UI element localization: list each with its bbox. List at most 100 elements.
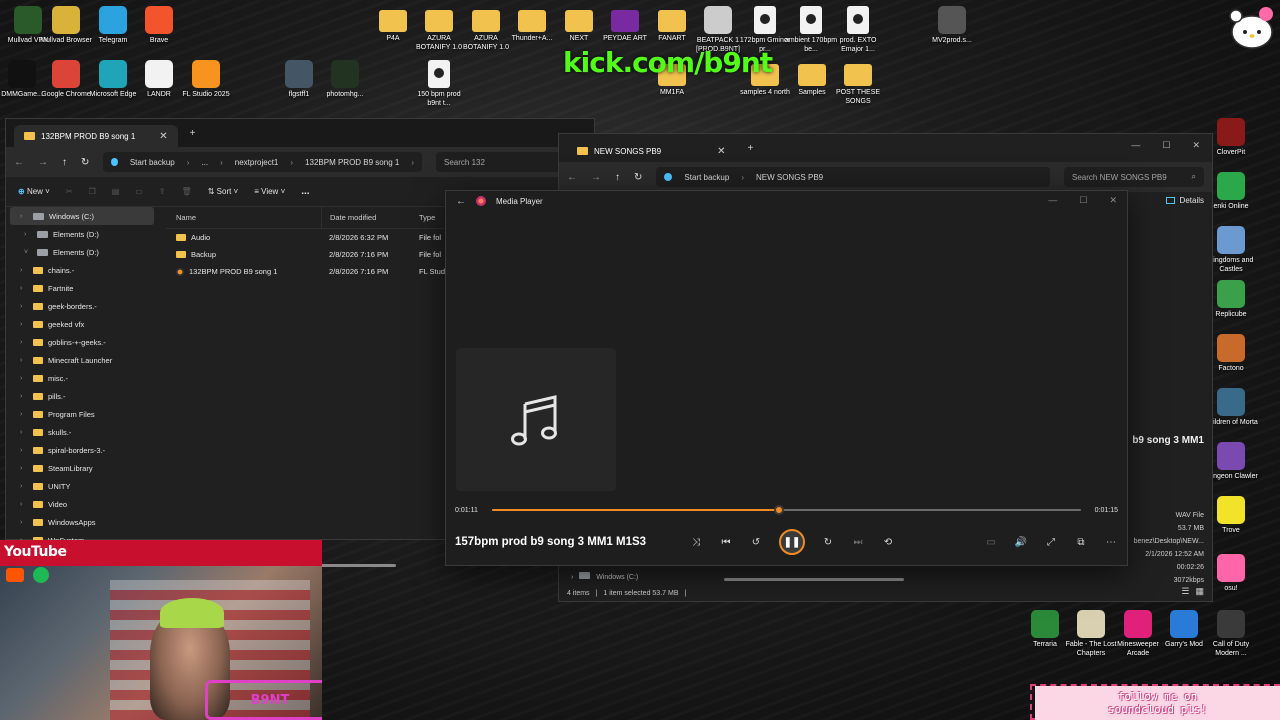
- tree-item[interactable]: › Fartnite: [6, 279, 158, 297]
- pause-button[interactable]: ❚❚: [779, 529, 805, 555]
- forward-arrow-icon[interactable]: →: [38, 157, 48, 168]
- mini-player-icon[interactable]: ⧉: [1074, 535, 1088, 549]
- view-button[interactable]: ≡ View ˅: [254, 187, 285, 196]
- breadcrumb-item[interactable]: nextproject1: [235, 158, 279, 167]
- chevron-right-icon[interactable]: ›: [20, 447, 28, 454]
- copy-icon[interactable]: ❐: [89, 187, 96, 196]
- chevron-right-icon[interactable]: ›: [20, 465, 28, 472]
- tree-item[interactable]: › Minecraft Launcher: [6, 351, 158, 369]
- breadcrumb-item[interactable]: NEW SONGS PB9: [756, 173, 823, 182]
- desktop-icon[interactable]: prod. EXTO Emajor 1...: [830, 6, 886, 54]
- up-arrow-icon[interactable]: ↑: [62, 157, 67, 168]
- new-tab-button[interactable]: +: [190, 128, 196, 139]
- column-header-date[interactable]: Date modified: [321, 206, 411, 229]
- chevron-right-icon[interactable]: ›: [20, 375, 28, 382]
- tiles-view-icon[interactable]: ▦: [1195, 586, 1204, 597]
- maximize-icon[interactable]: ☐: [1162, 140, 1170, 151]
- tree-item[interactable]: › pills.-: [6, 387, 158, 405]
- repeat-off-icon[interactable]: ⟲: [881, 535, 895, 549]
- navigation-tree-item[interactable]: › Windows (C:): [571, 572, 638, 581]
- chevron-right-icon[interactable]: ›: [20, 393, 28, 400]
- chevron-right-icon[interactable]: ›: [20, 267, 28, 274]
- chevron-right-icon[interactable]: ›: [20, 303, 28, 310]
- back-arrow-icon[interactable]: ←: [456, 196, 466, 207]
- refresh-icon[interactable]: ↻: [634, 172, 642, 183]
- tree-item[interactable]: › geek-borders.-: [6, 297, 158, 315]
- seek-bar[interactable]: [491, 505, 1081, 515]
- address-bar[interactable]: Start backup › NEW SONGS PB9: [656, 167, 1050, 187]
- seek-bar-thumb[interactable]: [774, 505, 785, 515]
- desktop-icon[interactable]: Call of Duty Modern ...: [1203, 610, 1259, 658]
- cut-icon[interactable]: ✂: [66, 187, 73, 196]
- refresh-icon[interactable]: ↻: [81, 157, 89, 168]
- horizontal-scrollbar[interactable]: [724, 578, 904, 581]
- breadcrumb-item[interactable]: ...: [201, 158, 208, 167]
- full-screen-icon[interactable]: ⤢: [1044, 535, 1058, 549]
- explorer-tab[interactable]: NEW SONGS PB9 ✕: [567, 140, 736, 162]
- new-tab-button[interactable]: +: [748, 143, 754, 154]
- chevron-down-icon[interactable]: ˅: [24, 249, 32, 256]
- chevron-right-icon[interactable]: ›: [20, 483, 28, 490]
- details-view-icon[interactable]: ☰: [1181, 586, 1189, 597]
- paste-icon[interactable]: ▤: [112, 187, 120, 196]
- chevron-right-icon[interactable]: ›: [20, 411, 28, 418]
- captions-icon[interactable]: ▭: [984, 535, 998, 549]
- skip-back-10-icon[interactable]: ↺: [749, 535, 763, 549]
- chevron-right-icon[interactable]: ›: [20, 519, 28, 526]
- breadcrumb-item[interactable]: 132BPM PROD B9 song 1: [305, 158, 399, 167]
- new-button[interactable]: ⊕ New ˅: [18, 187, 50, 196]
- back-arrow-icon[interactable]: ←: [14, 157, 24, 168]
- chevron-right-icon[interactable]: ›: [20, 285, 28, 292]
- volume-icon[interactable]: 🔊: [1014, 535, 1028, 549]
- tree-item[interactable]: › WindowsApps: [6, 513, 158, 531]
- chevron-right-icon[interactable]: ›: [20, 339, 28, 346]
- close-tab-icon[interactable]: ✕: [717, 146, 725, 157]
- breadcrumb-item[interactable]: Start backup: [684, 173, 729, 182]
- more-options-button[interactable]: ...: [301, 186, 309, 197]
- up-arrow-icon[interactable]: ↑: [615, 172, 620, 183]
- tree-item[interactable]: › SteamLibrary: [6, 459, 158, 477]
- minimize-icon[interactable]: —: [1131, 140, 1140, 151]
- rename-icon[interactable]: ▭: [135, 187, 143, 196]
- chevron-right-icon[interactable]: ›: [20, 213, 28, 220]
- chevron-right-icon[interactable]: ›: [20, 501, 28, 508]
- desktop-icon[interactable]: MV2prod.s...: [924, 6, 980, 45]
- maximize-icon[interactable]: ☐: [1079, 195, 1087, 206]
- column-header-name[interactable]: Name: [166, 207, 321, 229]
- tree-item[interactable]: › goblins-+-geeks.-: [6, 333, 158, 351]
- desktop-icon[interactable]: photomhg...: [317, 60, 373, 99]
- tree-item[interactable]: ˅ Elements (D:): [6, 243, 158, 261]
- tree-item[interactable]: › Program Files: [6, 405, 158, 423]
- share-icon[interactable]: ⇪: [159, 187, 166, 196]
- close-icon[interactable]: ✕: [1109, 195, 1117, 206]
- more-options-icon[interactable]: ⋯: [1104, 535, 1118, 549]
- tree-item[interactable]: › Elements (D:): [6, 225, 158, 243]
- explorer-tab[interactable]: 132BPM PROD B9 song 1 ✕: [14, 125, 178, 147]
- sort-button[interactable]: ⇅ Sort ˅: [208, 187, 239, 196]
- skip-forward-30-icon[interactable]: ↻: [821, 535, 835, 549]
- next-track-icon[interactable]: ⏭: [851, 535, 865, 549]
- address-bar[interactable]: Start backup › ... › nextproject1 › 132B…: [103, 152, 422, 172]
- tree-item[interactable]: › UNITY: [6, 477, 158, 495]
- desktop-icon[interactable]: 150 bpm prod b9nt t...: [411, 60, 467, 108]
- details-button[interactable]: Details: [1165, 196, 1204, 205]
- delete-icon[interactable]: 🗑: [182, 187, 192, 196]
- back-arrow-icon[interactable]: ←: [567, 172, 577, 183]
- tree-item[interactable]: › geeked vfx: [6, 315, 158, 333]
- chevron-right-icon[interactable]: ›: [20, 429, 28, 436]
- chevron-right-icon[interactable]: ›: [24, 231, 32, 238]
- breadcrumb-item[interactable]: Start backup: [130, 158, 175, 167]
- chevron-right-icon[interactable]: ›: [20, 321, 28, 328]
- desktop-icon[interactable]: FL Studio 2025: [178, 60, 234, 99]
- tree-item[interactable]: › spiral-borders-3.-: [6, 441, 158, 459]
- minimize-icon[interactable]: —: [1048, 195, 1057, 206]
- close-icon[interactable]: ✕: [1192, 140, 1200, 151]
- tree-item[interactable]: › misc.-: [6, 369, 158, 387]
- close-tab-icon[interactable]: ✕: [159, 131, 167, 142]
- tree-item[interactable]: › skulls.-: [6, 423, 158, 441]
- chevron-right-icon[interactable]: ›: [20, 357, 28, 364]
- forward-arrow-icon[interactable]: →: [591, 172, 601, 183]
- tree-item[interactable]: › Video: [6, 495, 158, 513]
- tree-item[interactable]: › chains.-: [6, 261, 158, 279]
- shuffle-icon[interactable]: ⤨: [689, 535, 703, 549]
